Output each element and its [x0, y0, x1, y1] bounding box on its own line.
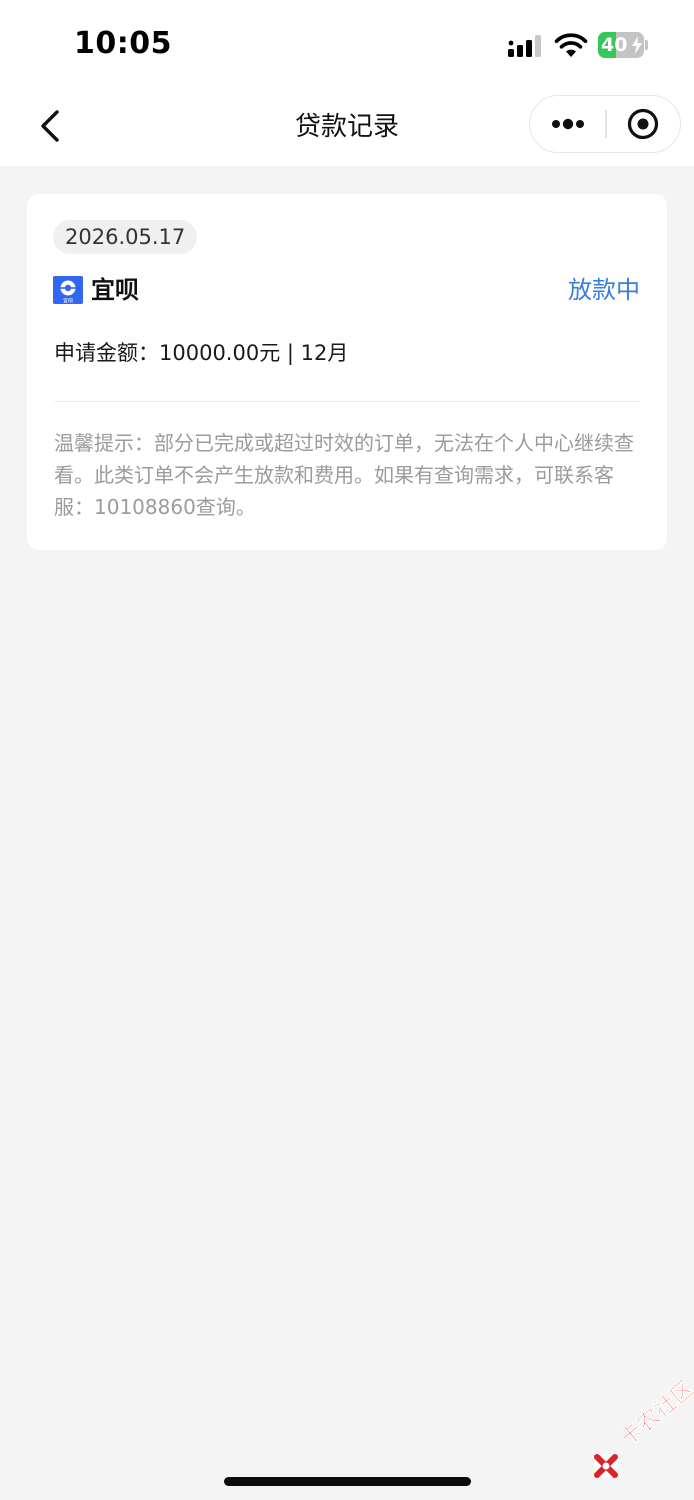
tip-text: 温馨提示：部分已完成或超过时效的订单，无法在个人中心继续查看。此类订单不会产生放…: [54, 431, 634, 519]
loan-record-card[interactable]: 2026.05.17 宜呗 宜呗 放款中 申请金额：10000.00元 | 12…: [27, 194, 667, 550]
watermark: 卡农社区: [592, 1376, 694, 1484]
brand-logo-icon: 宜呗: [53, 276, 83, 304]
mini-program-capsule: [529, 95, 681, 153]
watermark-logo-icon: [594, 1454, 618, 1478]
wifi-icon: [554, 33, 588, 57]
battery-cap: [645, 40, 648, 50]
battery-level: 40: [601, 34, 628, 56]
page-title: 贷款记录: [294, 112, 399, 142]
brand-name: 宜呗: [91, 276, 139, 304]
watermark-text: 卡农社区: [615, 1376, 694, 1452]
more-icon[interactable]: [530, 96, 606, 152]
brand-logo-caption: 宜呗: [63, 298, 73, 305]
status-bar: 10:05 40: [0, 0, 694, 92]
cellular-signal-icon: [508, 35, 541, 57]
top-bar: 10:05 40 贷款记录: [0, 0, 694, 166]
battery-icon: 40: [598, 32, 644, 58]
record-date: 2026.05.17: [53, 220, 198, 254]
navigation-bar: 贷款记录: [0, 92, 694, 166]
card-divider: [54, 401, 640, 402]
charging-bolt-icon: [632, 36, 642, 54]
close-mini-program-icon[interactable]: [606, 96, 682, 152]
status-time: 10:05: [74, 26, 172, 61]
home-indicator[interactable]: [224, 1477, 471, 1486]
loan-status[interactable]: 放款中: [568, 274, 640, 306]
apply-amount: 申请金额：10000.00元 | 12月: [54, 341, 349, 365]
back-icon[interactable]: [30, 106, 70, 146]
